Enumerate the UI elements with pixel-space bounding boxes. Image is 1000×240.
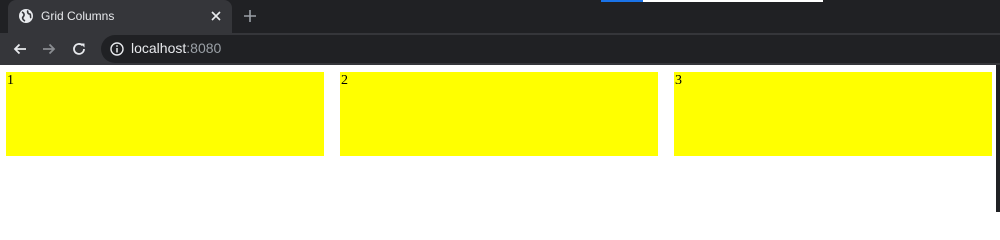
- info-icon[interactable]: [110, 42, 124, 56]
- url-port: :8080: [186, 40, 222, 56]
- url-host: localhost: [131, 40, 187, 56]
- plus-icon[interactable]: [242, 8, 258, 24]
- close-icon[interactable]: [209, 9, 223, 23]
- browser-toolbar: localhost:8080: [0, 33, 1000, 65]
- reload-icon[interactable]: [71, 41, 87, 57]
- tab-strip: Grid Columns: [0, 0, 1000, 33]
- grid-container: 1 2 3: [6, 72, 992, 156]
- grid-cell-2: 2: [340, 72, 658, 156]
- grid-cell-3: 3: [674, 72, 992, 156]
- back-arrow-icon[interactable]: [12, 41, 28, 57]
- tab-title: Grid Columns: [41, 9, 115, 23]
- url-text[interactable]: localhost:8080: [131, 40, 221, 56]
- address-bar[interactable]: localhost:8080: [101, 35, 1000, 63]
- tab-grid-columns[interactable]: Grid Columns: [8, 0, 232, 33]
- grid-cell-1: 1: [6, 72, 324, 156]
- globe-icon: [19, 9, 33, 23]
- page-viewport: 1 2 3: [0, 65, 1000, 212]
- forward-arrow-icon[interactable]: [41, 41, 57, 57]
- tab-strip-accent-blue: [601, 0, 643, 2]
